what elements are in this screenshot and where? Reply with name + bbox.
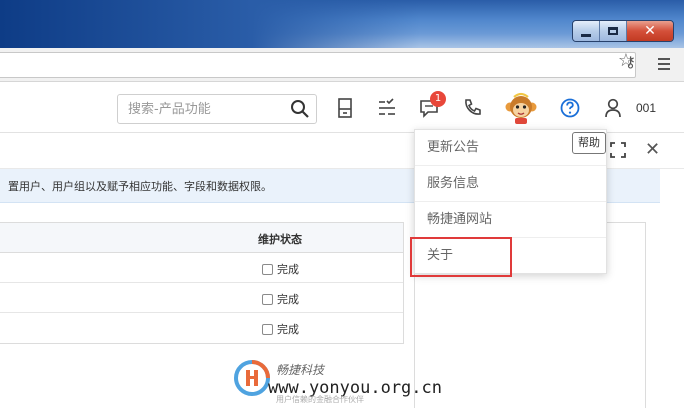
browser-toolbar: ⚷ ☆ — [0, 48, 684, 82]
page-description: 置用户、用户组以及赋予相应功能、字段和数据权限。 — [8, 180, 272, 193]
table-header: 维护状态 — [0, 223, 403, 253]
status-cell: 完成 — [262, 321, 299, 337]
bookmark-star-icon[interactable]: ☆ — [618, 50, 634, 71]
app-header: 1 001 — [0, 83, 684, 133]
titlebar-gradient — [0, 0, 420, 48]
table-row[interactable]: 完成 — [0, 253, 403, 283]
watermark-brand: 畅捷科技 — [276, 363, 325, 377]
status-checkbox[interactable] — [262, 323, 273, 335]
maximize-button[interactable] — [600, 21, 627, 41]
status-checkbox[interactable] — [262, 263, 273, 275]
maximize-icon — [608, 27, 618, 35]
status-cell: 完成 — [262, 261, 299, 277]
menu-item-about[interactable]: 关于 — [415, 238, 606, 274]
task-list-icon[interactable] — [376, 97, 398, 119]
status-label: 完成 — [277, 323, 299, 336]
fullscreen-icon[interactable] — [610, 142, 626, 158]
monkey-avatar-icon[interactable] — [505, 91, 537, 125]
table-row[interactable]: 完成 — [0, 283, 403, 313]
watermark-logo — [234, 360, 270, 396]
status-label: 完成 — [277, 263, 299, 276]
user-table: 维护状态 完成 完成 完成 — [0, 222, 404, 344]
minimize-icon — [581, 33, 591, 37]
window-controls: ✕ — [572, 20, 674, 42]
window-titlebar: ✕ — [0, 0, 684, 48]
help-tooltip: 帮助 — [572, 132, 606, 154]
menu-item-service-info[interactable]: 服务信息 — [415, 166, 606, 202]
search-input[interactable] — [128, 95, 288, 123]
phone-icon[interactable] — [461, 97, 483, 119]
watermark-subtitle: 用户信赖的金融合作伙伴 — [276, 395, 364, 404]
column-header-maintain-status[interactable]: 维护状态 — [258, 231, 302, 247]
table-row[interactable]: 完成 — [0, 313, 403, 343]
user-icon[interactable] — [602, 97, 624, 119]
close-page-icon[interactable]: ✕ — [645, 139, 660, 160]
status-cell: 完成 — [262, 291, 299, 307]
minimize-button[interactable] — [573, 21, 600, 41]
address-bar[interactable] — [0, 52, 636, 78]
search-icon[interactable] — [290, 99, 310, 119]
help-icon[interactable] — [559, 97, 581, 119]
status-label: 完成 — [277, 293, 299, 306]
status-checkbox[interactable] — [262, 293, 273, 305]
menu-item-chanjet-website[interactable]: 畅捷通网站 — [415, 202, 606, 238]
document-icon[interactable] — [334, 97, 356, 119]
notification-badge: 1 — [430, 91, 446, 107]
search-box[interactable] — [117, 94, 317, 124]
close-window-button[interactable]: ✕ — [627, 21, 673, 41]
user-code[interactable]: 001 — [636, 101, 656, 115]
browser-menu-icon[interactable] — [658, 58, 670, 73]
